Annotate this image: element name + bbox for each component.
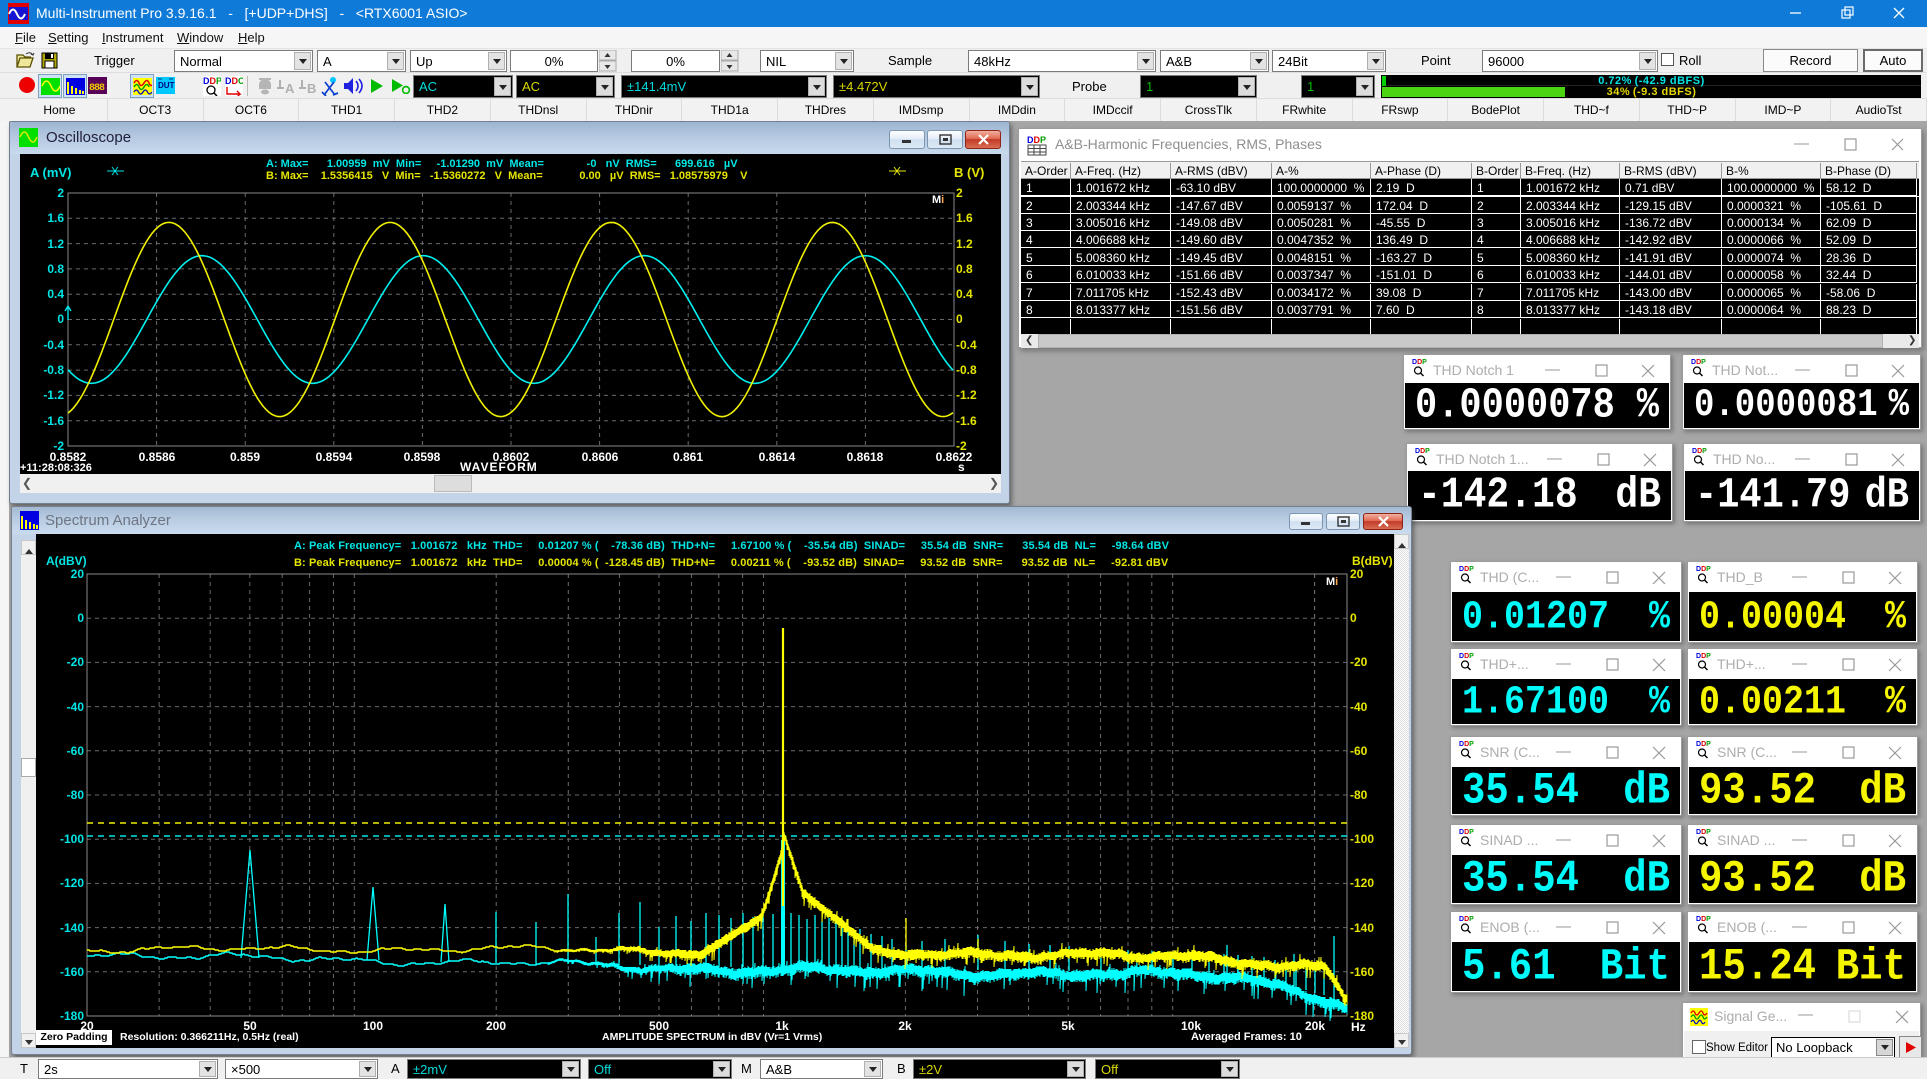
svg-text:DUT: DUT (158, 81, 175, 90)
svg-text:DDP: DDP (1027, 135, 1046, 145)
svg-text:A: A (285, 81, 295, 95)
svg-text:DDC: DDC (225, 76, 243, 86)
svg-text:DDP: DDP (203, 76, 221, 86)
svg-text:B: B (307, 81, 316, 95)
svg-text:888: 888 (89, 83, 105, 94)
